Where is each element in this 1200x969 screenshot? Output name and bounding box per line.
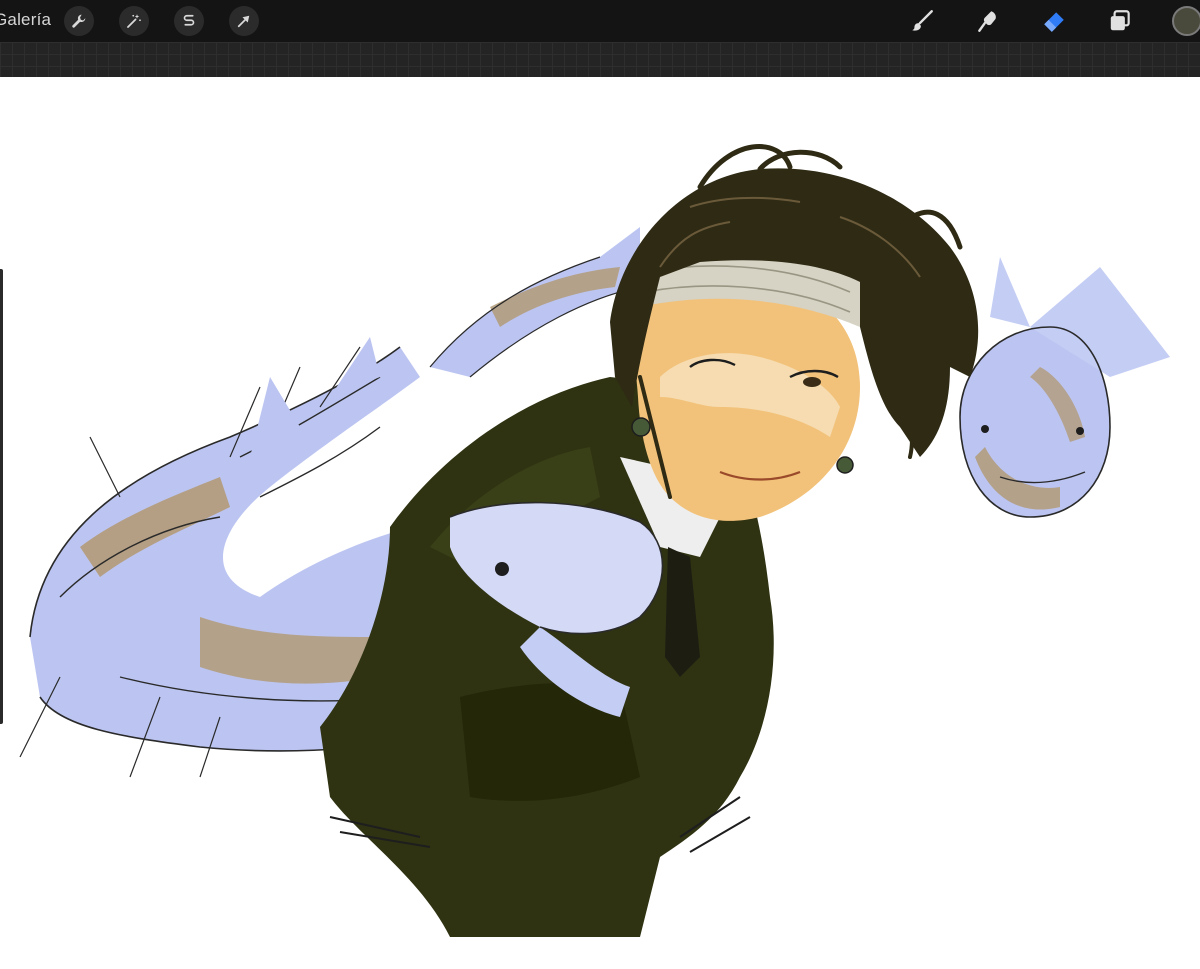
brush-tool-button[interactable] [906, 5, 938, 37]
transform-button[interactable] [229, 6, 259, 36]
actions-button[interactable] [64, 6, 94, 36]
character-figure [320, 144, 979, 937]
arrow-cursor-icon [237, 15, 250, 28]
adjustments-button[interactable] [119, 6, 149, 36]
canvas-backdrop [0, 42, 1200, 77]
layers-button[interactable] [1104, 5, 1136, 37]
ghost-fish-tail [429, 227, 641, 378]
selection-button[interactable] [174, 6, 204, 36]
smudge-tool-button[interactable] [972, 5, 1004, 37]
brush-icon [912, 10, 933, 31]
smudge-icon [978, 11, 996, 32]
wrench-icon [72, 14, 86, 28]
selection-s-icon [183, 14, 195, 26]
drawing-canvas[interactable] [0, 77, 1200, 969]
eraser-icon [1044, 12, 1064, 32]
procreate-app: Galería [0, 0, 1200, 969]
illustration [19, 144, 1170, 937]
gallery-button[interactable]: Galería [0, 10, 51, 30]
color-picker-swatch[interactable] [1172, 6, 1200, 36]
top-toolbar: Galería [0, 0, 1200, 42]
ghost-fish-right [959, 257, 1170, 518]
layers-icon [1110, 10, 1130, 31]
magic-wand-icon [127, 14, 141, 28]
brush-size-slider[interactable] [0, 269, 3, 724]
eraser-tool-button[interactable] [1038, 5, 1070, 37]
